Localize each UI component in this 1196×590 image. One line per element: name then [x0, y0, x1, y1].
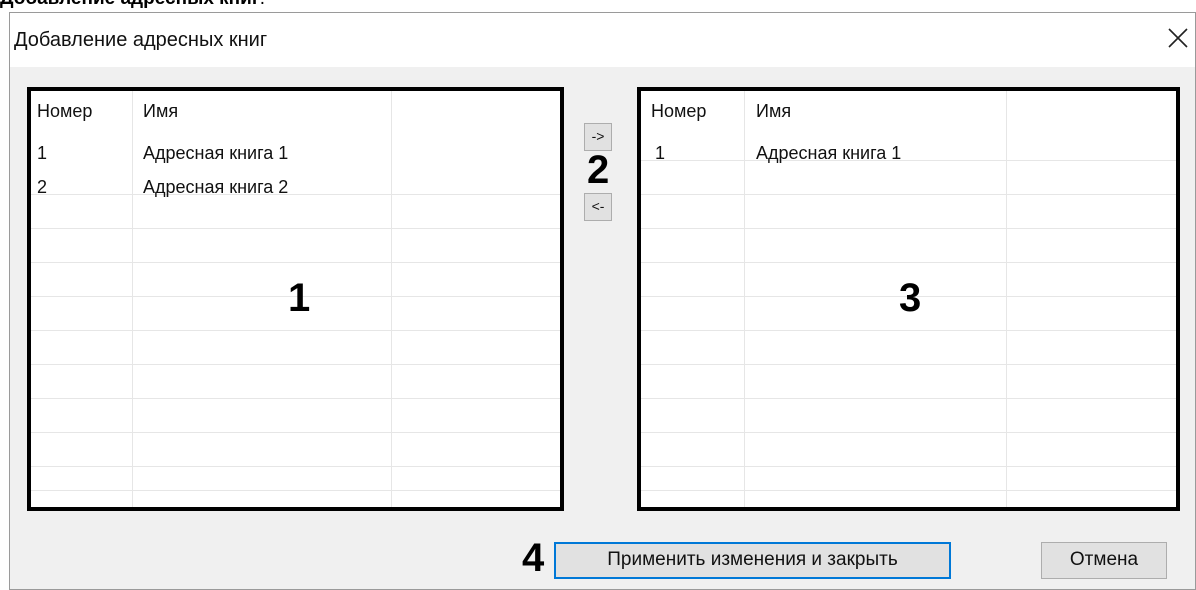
close-icon[interactable] — [1163, 23, 1193, 53]
add-address-books-dialog: Добавление адресных книг Номер Имя 1 Адр… — [9, 12, 1196, 590]
row-divider — [641, 160, 1176, 161]
row-divider — [31, 364, 560, 365]
row-name: Адресная книга 1 — [143, 143, 289, 163]
row-number: 1 — [37, 143, 48, 163]
row-divider — [641, 330, 1176, 331]
row-divider — [31, 194, 560, 195]
column-divider — [132, 91, 133, 507]
caption-bold: Добавление адресных книг — [0, 0, 260, 9]
column-divider — [391, 91, 392, 507]
row-name: Адресная книга 1 — [756, 143, 902, 163]
row-divider — [641, 398, 1176, 399]
row-divider — [31, 330, 560, 331]
row-divider — [641, 194, 1176, 195]
row-divider — [31, 398, 560, 399]
document-caption: Добавление адресных книг. — [0, 0, 265, 10]
row-divider — [641, 364, 1176, 365]
row-divider — [641, 228, 1176, 229]
region-marker-3: 3 — [899, 276, 922, 320]
dialog-title: Добавление адресных книг — [14, 29, 268, 51]
column-header-name[interactable]: Имя — [143, 101, 178, 122]
row-divider — [641, 432, 1176, 433]
dialog-titlebar: Добавление адресных книг — [10, 13, 1195, 67]
row-divider — [641, 262, 1176, 263]
column-header-name[interactable]: Имя — [756, 101, 791, 122]
column-divider — [1006, 91, 1007, 507]
row-divider — [31, 490, 560, 491]
row-divider — [31, 262, 560, 263]
column-header-number[interactable]: Номер — [651, 101, 706, 122]
row-divider — [641, 490, 1176, 491]
region-marker-4: 4 — [522, 536, 545, 580]
row-number: 2 — [37, 177, 48, 197]
region-marker-2: 2 — [587, 148, 610, 192]
row-divider — [31, 228, 560, 229]
cancel-button[interactable]: Отмена — [1041, 542, 1167, 579]
column-header-number[interactable]: Номер — [37, 101, 92, 122]
row-name: Адресная книга 2 — [143, 177, 289, 197]
row-number: 1 — [655, 143, 666, 163]
remove-arrow-button[interactable]: <- — [584, 193, 612, 221]
add-arrow-button[interactable]: -> — [584, 123, 612, 151]
row-divider — [641, 466, 1176, 467]
caption-rest: . — [260, 0, 265, 9]
row-divider — [31, 466, 560, 467]
available-books-list[interactable]: Номер Имя 1 Адресная книга 1 2 Адресная … — [27, 87, 564, 511]
column-divider — [744, 91, 745, 507]
apply-and-close-button[interactable]: Применить изменения и закрыть — [554, 542, 951, 579]
selected-books-list[interactable]: Номер Имя 1 Адресная книга 1 3 — [637, 87, 1180, 511]
row-divider — [31, 432, 560, 433]
region-marker-1: 1 — [288, 276, 311, 320]
